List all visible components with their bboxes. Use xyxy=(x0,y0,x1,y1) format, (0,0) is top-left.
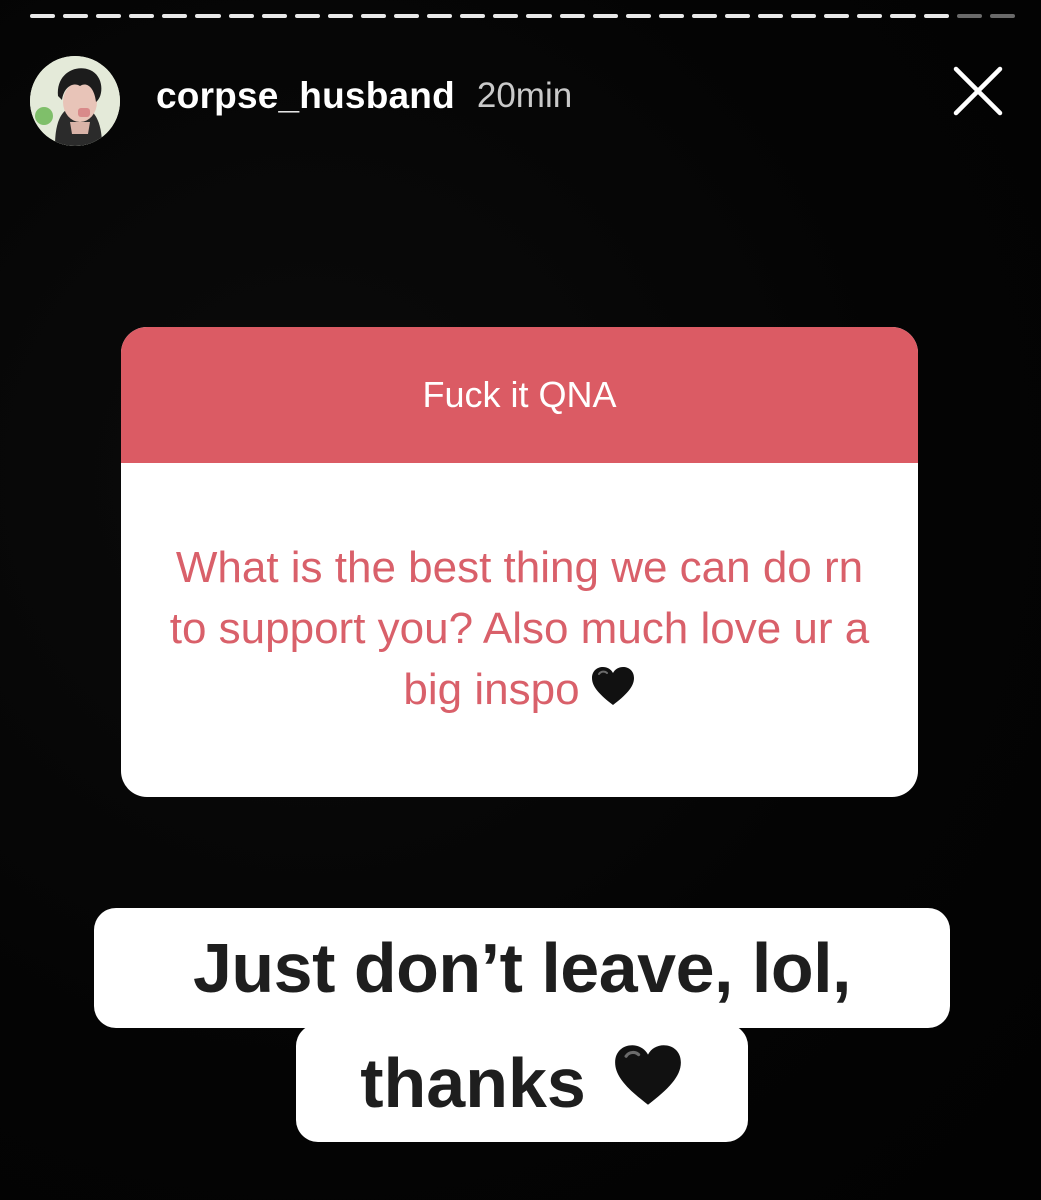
progress-segment xyxy=(129,14,155,18)
progress-segment xyxy=(923,14,949,18)
progress-segment xyxy=(890,14,916,18)
progress-segment xyxy=(592,14,618,18)
story-viewer[interactable]: corpse_husband 20min Fuck it QNA What is… xyxy=(0,0,1041,1200)
progress-segment xyxy=(427,14,453,18)
question-text: What is the best thing we can do rn to s… xyxy=(169,543,870,715)
progress-segment-upcoming xyxy=(956,14,982,18)
progress-segment xyxy=(96,14,122,18)
progress-segment xyxy=(691,14,717,18)
progress-segment-upcoming xyxy=(989,14,1015,18)
black-heart-icon xyxy=(590,662,636,723)
close-icon xyxy=(953,66,1003,116)
progress-segment xyxy=(327,14,353,18)
answer-text-line-1: Just don’t leave, lol, xyxy=(192,929,852,1007)
progress-segment xyxy=(162,14,188,18)
progress-segment xyxy=(460,14,486,18)
black-heart-icon xyxy=(612,1042,684,1124)
progress-segment xyxy=(493,14,519,18)
progress-segment xyxy=(791,14,817,18)
progress-segment xyxy=(294,14,320,18)
progress-segment xyxy=(63,14,89,18)
progress-segment xyxy=(360,14,387,18)
progress-segment xyxy=(526,14,552,18)
question-sticker-title: Fuck it QNA xyxy=(121,327,918,463)
post-time: 20min xyxy=(476,76,573,115)
progress-segment xyxy=(724,14,751,18)
progress-segment xyxy=(625,14,651,18)
username[interactable]: corpse_husband xyxy=(156,75,455,117)
progress-segment xyxy=(228,14,254,18)
progress-segment xyxy=(195,14,221,18)
progress-segment xyxy=(758,14,784,18)
story-progress-bar xyxy=(30,14,1015,20)
progress-segment xyxy=(857,14,883,18)
progress-segment xyxy=(30,14,56,18)
progress-segment xyxy=(658,14,684,18)
story-header: corpse_husband 20min xyxy=(30,56,1011,146)
progress-segment xyxy=(394,14,420,18)
answer-sticker-line-2: thanks xyxy=(296,1024,748,1142)
progress-segment xyxy=(824,14,850,18)
answer-sticker-line-1: Just don’t leave, lol, xyxy=(94,908,950,1028)
progress-segment xyxy=(559,14,585,18)
avatar[interactable] xyxy=(30,56,120,146)
progress-segment xyxy=(261,14,287,18)
close-button[interactable] xyxy=(947,60,1009,122)
answer-text-line-2: thanks xyxy=(360,1044,586,1122)
question-sticker: Fuck it QNA What is the best thing we ca… xyxy=(121,327,918,797)
question-sticker-body: What is the best thing we can do rn to s… xyxy=(121,463,918,797)
